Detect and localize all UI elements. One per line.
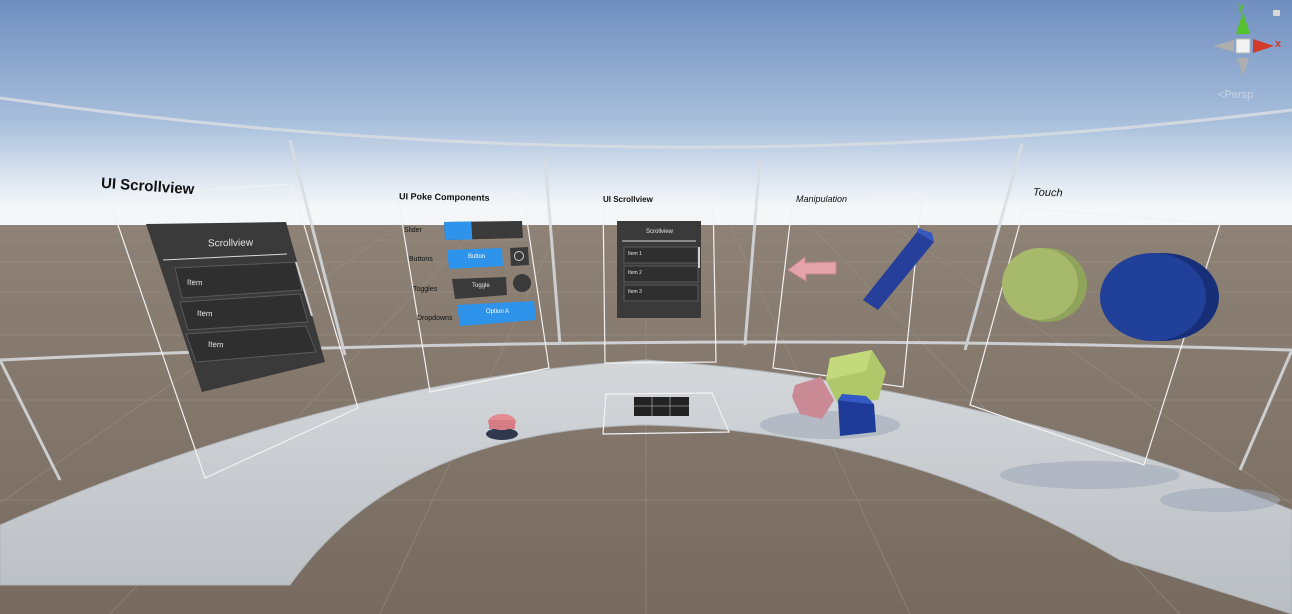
blue-cube-object[interactable] xyxy=(838,394,876,436)
lock-icon[interactable] xyxy=(1273,10,1280,16)
gizmo-x-label: x xyxy=(1275,38,1282,50)
poke-icon-button[interactable] xyxy=(510,247,529,266)
gizmo-center-cube[interactable] xyxy=(1235,38,1251,54)
manipulation-title: Manipulation xyxy=(796,194,848,204)
projection-label: Persp xyxy=(1224,89,1254,101)
projection-toggle[interactable]: <Persp xyxy=(1218,89,1253,101)
scrollview-large-header: Scrollview xyxy=(207,237,254,250)
poke-dropdown-label: Option A xyxy=(486,309,510,315)
gizmo-y-label: y xyxy=(1238,1,1245,13)
poke-slider-label: Slider xyxy=(404,227,422,234)
poke-slider[interactable] xyxy=(444,221,523,240)
keypad-grid[interactable] xyxy=(634,397,689,416)
poke-toggles-label: Toggles xyxy=(413,286,438,293)
poke-components-title: UI Poke Components xyxy=(398,191,490,203)
poke-buttons-label: Buttons xyxy=(409,256,433,263)
scrollview-small-item-1-label: Item 1 xyxy=(628,251,642,257)
unity-scene-view[interactable]: UI Scrollview Scrollview Item Item Item … xyxy=(0,0,1292,614)
scrollview-large-item-1-label: Item xyxy=(186,277,203,288)
scrollview-large-item-3-label: Item xyxy=(207,339,224,350)
scrollview-large-item-2-label: Item xyxy=(196,308,213,319)
scrollview-small-header: Scrollview xyxy=(646,229,674,235)
scrollview-small-item-2-label: Item 2 xyxy=(628,270,642,276)
poke-button-label: Button xyxy=(468,254,486,260)
poke-toggle-knob[interactable] xyxy=(513,274,531,292)
scrollview-small-title: UI Scrollview xyxy=(603,195,653,204)
scene-background xyxy=(0,0,1292,614)
scrollview-small-item-3-label: Item 3 xyxy=(628,289,642,295)
pink-push-button[interactable] xyxy=(486,414,518,440)
blue-sphere-object[interactable] xyxy=(1100,253,1219,341)
poke-toggle-label: Toggle xyxy=(472,283,490,289)
touch-title: Touch xyxy=(1032,186,1063,200)
poke-dropdowns-label: Dropdowns xyxy=(417,315,453,322)
green-sphere-object[interactable] xyxy=(1002,248,1087,322)
